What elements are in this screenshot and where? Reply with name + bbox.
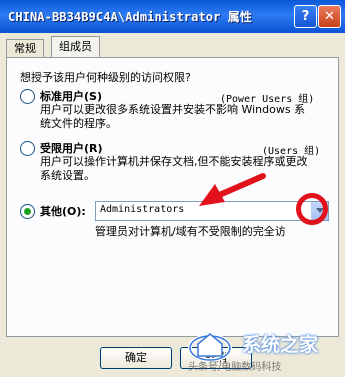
standard-user-label[interactable]: 标准用户(S) (40, 88, 102, 104)
help-button[interactable]: ? (294, 5, 317, 28)
other-description: 管理员对计算机/域有不受限制的完全访 (95, 225, 286, 238)
standard-user-radio[interactable] (20, 89, 35, 104)
other-radio[interactable] (20, 204, 35, 219)
ok-button[interactable]: 确定 (100, 347, 172, 369)
close-button[interactable]: ✕ (318, 5, 341, 28)
other-label[interactable]: 其他(O): (40, 203, 86, 219)
red-circle-annotation (296, 193, 328, 225)
tab-general[interactable]: 常规 (6, 39, 44, 57)
tab-member-of[interactable]: 组成员 (51, 36, 100, 57)
window-title: CHINA-BB34B9C4A\Administrator 属性 (8, 10, 252, 24)
red-arrow-annotation (199, 173, 266, 206)
title-bar[interactable]: CHINA-BB34B9C4A\Administrator 属性 ? ✕ (0, 0, 345, 33)
watermark-caption: 头条号/电脑数码科技 (188, 362, 282, 373)
restricted-user-description: 用户可以操作计算机并保存文档,但不能安装程序或更改系统设置。 (40, 155, 308, 182)
restricted-user-radio[interactable] (20, 141, 35, 156)
restricted-user-label[interactable]: 受限用户(R) (40, 140, 103, 156)
other-group-value: Administrators (100, 204, 185, 215)
access-level-question: 想授予该用户何种级别的访问权限? (20, 71, 191, 84)
properties-dialog: CHINA-BB34B9C4A\Administrator 属性 ? ✕ 常规 … (0, 0, 345, 377)
standard-user-description: 用户可以更改很多系统设置并安装不影响 Windows 系统文件的程序。 (40, 103, 306, 130)
watermark: 系统之家 头条号/电脑数码科技 (184, 320, 345, 377)
watermark-brand: 系统之家 (242, 334, 319, 356)
